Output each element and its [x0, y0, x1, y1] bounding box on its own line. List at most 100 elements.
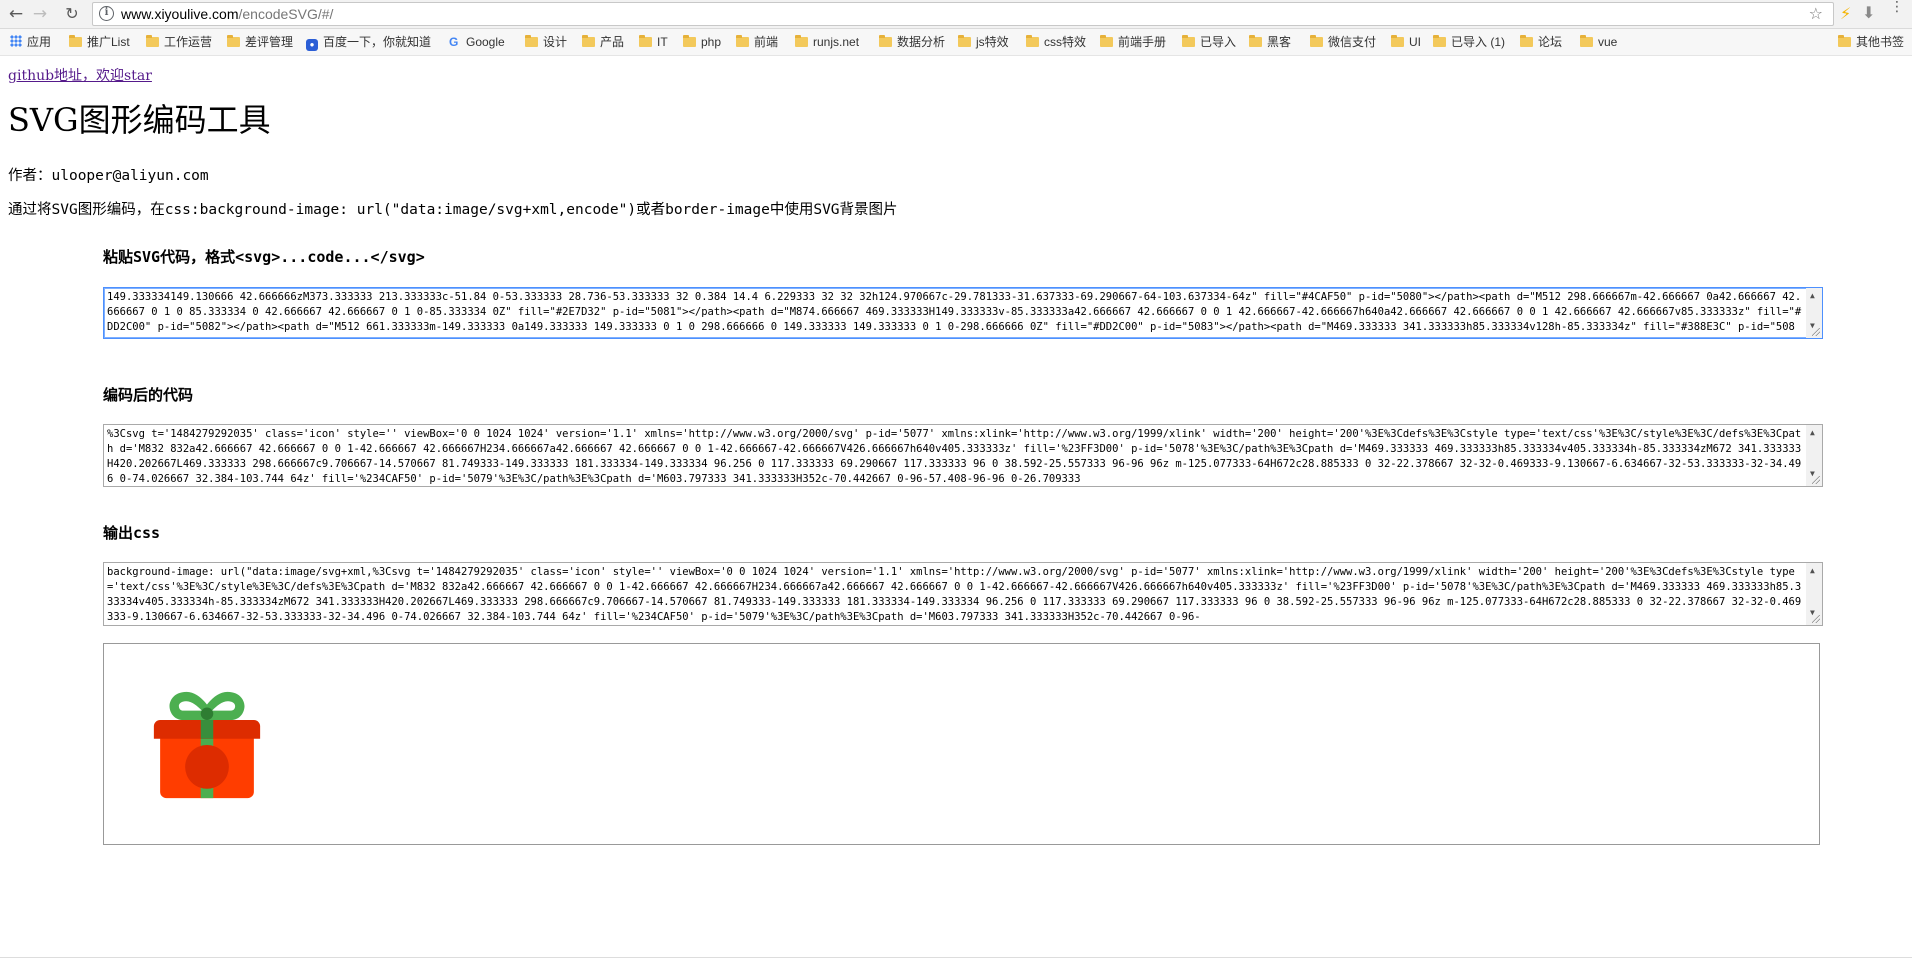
url-host: www.xiyoulive.com: [121, 6, 239, 22]
bookmark-label: 已导入 (1): [1451, 35, 1506, 49]
scroll-up-icon[interactable]: ▲: [1810, 567, 1815, 575]
reload-icon[interactable]: ↻: [62, 4, 82, 24]
folder-icon: [879, 35, 892, 47]
bookmark-item[interactable]: js特效: [958, 34, 1009, 50]
css-output-text: background-image: url("data:image/svg+xm…: [107, 566, 1802, 623]
bookmark-item-other[interactable]: 其他书签: [1838, 34, 1904, 50]
bookmark-label: Google: [466, 35, 505, 49]
folder-icon: [736, 35, 749, 47]
folder-icon: [69, 35, 82, 47]
download-extension-icon[interactable]: ⬇: [1862, 3, 1875, 22]
bookmark-item[interactable]: 已导入 (1): [1433, 34, 1505, 50]
resize-grip-icon[interactable]: [1812, 328, 1820, 336]
resize-grip-icon[interactable]: [1812, 615, 1820, 623]
bookmark-item[interactable]: php: [683, 34, 721, 50]
bookmark-item[interactable]: G Google: [449, 34, 505, 50]
folder-icon: [1310, 35, 1323, 47]
bookmark-item[interactable]: 推广List: [69, 34, 130, 50]
folder-icon: [582, 35, 595, 47]
bookmark-label: 推广List: [87, 35, 130, 49]
folder-icon: [958, 35, 971, 47]
menu-dots-icon[interactable]: ⋮: [1890, 0, 1904, 14]
bookmarks-bar: 应用 推广List 工作运营 差评管理 ● 百度一下，你就知道 G Google 设…: [0, 29, 1912, 56]
info-icon[interactable]: i: [99, 6, 114, 21]
bookmark-item[interactable]: vue: [1580, 34, 1617, 50]
forward-arrow-icon[interactable]: →: [30, 4, 50, 24]
bookmark-label: 论坛: [1538, 35, 1563, 49]
bookmark-label: 其他书签: [1856, 35, 1905, 49]
preview-box: [103, 643, 1820, 845]
bookmark-label: IT: [657, 35, 668, 49]
bookmark-label: 前端: [754, 35, 779, 49]
encoded-output-text: %3Csvg t='1484279292035' class='icon' st…: [107, 428, 1802, 484]
page-divider: [0, 957, 1912, 958]
bookmark-label: 产品: [600, 35, 625, 49]
folder-icon: [525, 35, 538, 47]
folder-icon: [1520, 35, 1533, 47]
folder-icon: [1026, 35, 1039, 47]
page-title: SVG图形编码工具: [8, 101, 271, 139]
bookmark-item[interactable]: css特效: [1026, 34, 1086, 50]
svg-input-textarea[interactable]: 149.333334149.130666 42.666666zM373.3333…: [103, 287, 1823, 339]
bookmark-item[interactable]: 差评管理: [227, 34, 293, 50]
bookmark-label: 微信支付: [1328, 35, 1377, 49]
google-icon: G: [449, 35, 459, 49]
encoded-heading: 编码后的代码: [103, 386, 194, 404]
folder-icon: [639, 35, 652, 47]
bookmark-item[interactable]: UI: [1391, 34, 1421, 50]
bookmark-label: 已导入: [1200, 35, 1237, 49]
resize-grip-icon[interactable]: [1812, 476, 1820, 484]
bookmark-label: UI: [1409, 35, 1421, 49]
bookmark-label: php: [701, 35, 722, 49]
bookmark-label: 设计: [543, 35, 568, 49]
css-output-textarea[interactable]: background-image: url("data:image/svg+xm…: [103, 562, 1823, 626]
css-heading: 输出css: [103, 524, 161, 542]
bookmark-item[interactable]: IT: [639, 34, 668, 50]
bookmark-item[interactable]: 前端手册: [1100, 34, 1166, 50]
encoded-output-textarea[interactable]: %3Csvg t='1484279292035' class='icon' st…: [103, 424, 1823, 487]
folder-icon: [1391, 35, 1404, 47]
folder-icon: [1433, 35, 1446, 47]
github-link[interactable]: github地址，欢迎star: [8, 65, 152, 85]
folder-icon: [1182, 35, 1195, 47]
bookmark-label: 差评管理: [245, 35, 294, 49]
bookmark-label: 前端手册: [1118, 35, 1167, 49]
bookmark-item[interactable]: 设计: [525, 34, 567, 50]
input-heading: 粘贴SVG代码，格式<svg>...code...</svg>: [103, 248, 425, 266]
bookmark-label: vue: [1598, 35, 1618, 49]
bookmark-item[interactable]: 数据分析: [879, 34, 945, 50]
folder-icon: [1249, 35, 1262, 47]
address-bar[interactable]: i www.xiyoulive.com/encodeSVG/#/ ☆: [92, 2, 1834, 26]
bookmark-item[interactable]: 黑客: [1249, 34, 1291, 50]
folder-icon: [1580, 35, 1593, 47]
apps-grid-icon: [10, 35, 22, 47]
bookmark-item[interactable]: 前端: [736, 34, 778, 50]
bookmark-label: runjs.net: [813, 35, 860, 49]
url-path: /encodeSVG/#/: [238, 6, 334, 22]
baidu-paw-icon: ●: [306, 39, 318, 51]
bookmark-label: css特效: [1044, 35, 1087, 49]
lightning-extension-icon[interactable]: ⚡: [1840, 4, 1851, 23]
bookmark-item[interactable]: 微信支付: [1310, 34, 1376, 50]
bookmark-item[interactable]: 应用: [10, 34, 51, 50]
bookmark-star-icon[interactable]: ☆: [1809, 4, 1823, 23]
gift-icon: [153, 691, 261, 799]
author-text: 作者：ulooper@aliyun.com: [8, 168, 209, 184]
bookmark-label: 百度一下，你就知道: [323, 35, 432, 49]
svg-input-text: 149.333334149.130666 42.666666zM373.3333…: [107, 291, 1802, 333]
bookmark-item[interactable]: 已导入: [1182, 34, 1236, 50]
bookmark-item[interactable]: 论坛: [1520, 34, 1562, 50]
folder-icon: [683, 35, 696, 47]
back-arrow-icon[interactable]: ←: [6, 4, 26, 24]
folder-icon: [227, 35, 240, 47]
bookmark-item[interactable]: 产品: [582, 34, 624, 50]
scroll-up-icon[interactable]: ▲: [1810, 429, 1815, 437]
description-text: 通过将SVG图形编码，在css:background-image: url("d…: [8, 202, 898, 218]
bookmark-item[interactable]: runjs.net: [795, 34, 859, 50]
bookmark-item[interactable]: 工作运营: [146, 34, 212, 50]
bookmark-item[interactable]: ● 百度一下，你就知道: [306, 34, 432, 51]
scroll-up-icon[interactable]: ▲: [1810, 292, 1815, 300]
bookmark-label: 黑客: [1267, 35, 1292, 49]
folder-icon: [146, 35, 159, 47]
url-text[interactable]: www.xiyoulive.com/encodeSVG/#/: [121, 5, 333, 23]
